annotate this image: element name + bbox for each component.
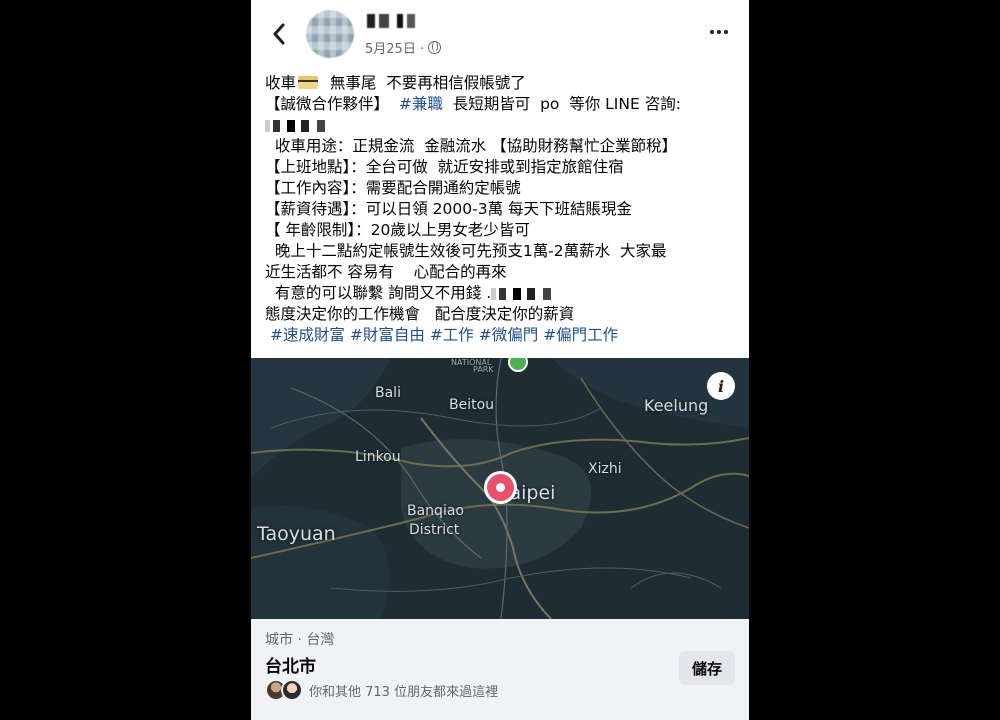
back-button[interactable] (265, 20, 293, 48)
map-label-beitou: Beitou (449, 397, 495, 413)
map-pin-icon (487, 474, 514, 501)
post-text-segment: 【誠微合作夥伴】 (265, 95, 399, 113)
hashtag-link[interactable]: #偏門工作 (543, 326, 618, 344)
post-date[interactable]: 5月25日 · (365, 38, 424, 57)
map-label-keelung: Keelung (644, 396, 709, 415)
redacted-text (491, 287, 560, 300)
location-title[interactable]: 台北市 (265, 652, 316, 677)
post-line: 近生活都不 容易有 心配合的再來 (265, 262, 741, 283)
post-line: 態度決定你的工作機會 配合度決定你的薪資 (265, 304, 741, 325)
post-text: 收車 無事尾 不要再相信假帳號了 【誠微合作夥伴】 #兼職 長短期皆可 po 等你… (265, 73, 741, 346)
location-card[interactable]: 城市 · 台灣 台北市 儲存 你和其他 713 位朋友都來過這裡 (251, 619, 749, 720)
map-label-bali: Bali (375, 385, 401, 401)
post-line: #速成財富 #財富自由 #工作 #微偏門 #偏門工作 (265, 325, 741, 346)
post-line: 【誠微合作夥伴】 #兼職 長短期皆可 po 等你 LINE 咨詢: (265, 94, 741, 115)
post-text-segment: 【薪資待遇】：可以日領 2000-3萬 每天下班結賬現金 (265, 200, 633, 218)
save-button[interactable]: 儲存 (679, 651, 735, 685)
author-name-redacted[interactable] (367, 14, 417, 28)
author-avatar[interactable] (306, 10, 354, 58)
hashtag-link[interactable]: #財富自由 (350, 326, 425, 344)
hashtag-link[interactable]: #微偏門 (479, 326, 539, 344)
post-line: 收車用途：正規金流 金融流水 【協助財務幫忙企業節稅】 (265, 136, 741, 157)
post-line: 晚上十二點約定帳號生效後可先预支1萬-2萬薪水 大家最 (265, 241, 741, 262)
friends-visited-row[interactable]: 你和其他 713 位朋友都來過這裡 (265, 679, 498, 701)
post-line: 【 年齡限制】：20歲以上男女老少皆可 (265, 220, 741, 241)
friend-avatar (281, 679, 303, 701)
post-line: 【薪資待遇】：可以日領 2000-3萬 每天下班結賬現金 (265, 199, 741, 220)
post-text-segment: 【上班地點】：全台可做 就近安排或到指定旅館住宿 (265, 158, 624, 176)
hashtag-link[interactable]: #速成財富 (270, 326, 345, 344)
post-line: 【工作內容】：需要配合開通約定帳號 (265, 178, 741, 199)
post-line: 收車 無事尾 不要再相信假帳號了 (265, 73, 741, 94)
post-text-segment: 有意的可以聯繫 詢問又不用錢 . (265, 284, 492, 302)
credit-card-icon (298, 76, 319, 89)
post-screen: 5月25日 · 收車 無事尾 不要再相信假帳號了 【誠微合作夥伴】 #兼職 長短期… (251, 0, 749, 720)
post-text-segment: 【 年齡限制】：20歲以上男女老少皆可 (265, 221, 530, 239)
location-subtitle: 城市 · 台灣 (265, 632, 335, 648)
post-line (265, 115, 741, 136)
hashtag-link[interactable]: #工作 (430, 326, 474, 344)
post-header: 5月25日 · (251, 0, 749, 68)
redacted-text (265, 119, 335, 132)
info-button[interactable]: i (707, 372, 735, 400)
friends-visited-text: 你和其他 713 位朋友都來過這裡 (309, 684, 499, 700)
map-preview[interactable]: NATIONAL PARK Bali Beitou Keelung Linkou… (251, 358, 749, 619)
map-label-district: District (409, 522, 460, 538)
dot-icon (724, 30, 728, 34)
post-text-segment: 長短期皆可 po 等你 LINE 咨詢: (442, 95, 681, 113)
post-text-segment: 收車 (265, 74, 297, 92)
globe-icon (428, 41, 442, 54)
map-label-taoyuan: Taoyuan (257, 523, 336, 545)
post-text-segment: 無事尾 不要再相信假帳號了 (320, 74, 526, 92)
map-label-park: PARK (473, 365, 494, 374)
map-label-linkou: Linkou (355, 449, 401, 465)
chevron-left-icon (273, 23, 285, 45)
post-text-segment: 近生活都不 容易有 心配合的再來 (265, 263, 507, 281)
map-label-xizhi: Xizhi (588, 461, 622, 477)
dot-icon (717, 30, 721, 34)
post-meta: 5月25日 · (365, 38, 442, 57)
hashtag-link[interactable]: #兼職 (399, 95, 443, 113)
post-text-segment: 態度決定你的工作機會 配合度決定你的薪資 (265, 305, 575, 323)
map-label-banqiao: Banqiao (407, 503, 464, 519)
post-line: 【上班地點】：全台可做 就近安排或到指定旅館住宿 (265, 157, 741, 178)
post-text-segment: 晚上十二點約定帳號生效後可先预支1萬-2萬薪水 大家最 (265, 242, 667, 260)
post-line: 有意的可以聯繫 詢問又不用錢 . (265, 283, 741, 304)
post-text-segment: 【工作內容】：需要配合開通約定帳號 (265, 179, 521, 197)
more-options-button[interactable] (707, 22, 731, 42)
dot-icon (710, 30, 714, 34)
post-text-segment: 收車用途：正規金流 金融流水 【協助財務幫忙企業節稅】 (265, 137, 678, 155)
